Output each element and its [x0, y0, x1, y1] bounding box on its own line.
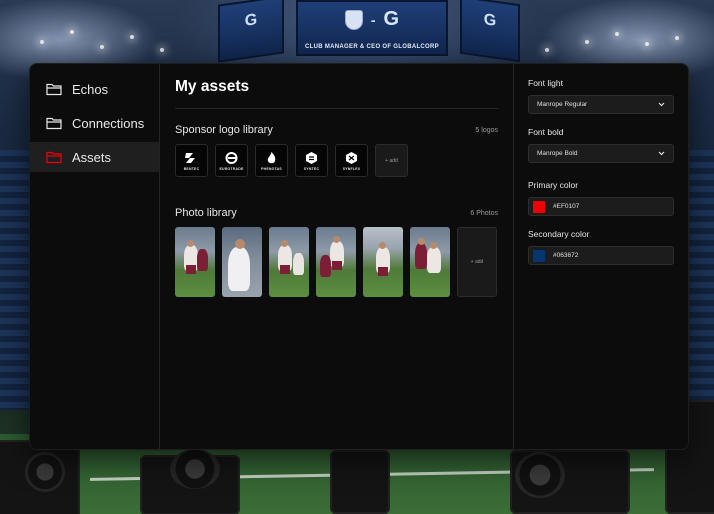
secondary-color-label: Secondary color: [528, 229, 590, 239]
photo-section: Photo library 6 Photos + add: [175, 207, 498, 297]
font-bold-label: Font bold: [528, 127, 564, 137]
jumbotron-main: - G CLUB MANAGER & CEO OF GLOBALCORP: [296, 0, 448, 56]
sponsor-logo-name: BENTEC: [183, 166, 200, 171]
sponsor-logo-tile[interactable]: PHENOTAS: [255, 144, 288, 177]
camera-center-left: [140, 449, 240, 514]
sponsor-logo-count: 5 logos: [475, 126, 498, 134]
font-bold-value: Manrope Bold: [537, 150, 578, 157]
flame-logo-icon: [267, 151, 276, 163]
font-light-select[interactable]: Manrope Regular: [528, 95, 674, 114]
assets-window: Echos Connections Assets My assets Spons…: [29, 63, 689, 450]
sponsor-logo-tile[interactable]: SYNFLEX: [335, 144, 368, 177]
folder-icon: [46, 151, 62, 164]
photo-section-header: Photo library 6 Photos: [175, 207, 498, 219]
sidebar-item-assets[interactable]: Assets: [30, 142, 159, 172]
sponsor-logo-tile[interactable]: SYNTEC: [295, 144, 328, 177]
font-light-value: Manrope Regular: [537, 101, 588, 108]
secondary-color-value: #063672: [553, 252, 579, 259]
photo-thumbnail[interactable]: [175, 227, 215, 297]
photo-list: + add: [175, 227, 498, 297]
sidebar-item-label: Connections: [72, 115, 145, 131]
chevron-down-icon: [658, 102, 665, 107]
eurotrade-logo-icon: [225, 151, 238, 164]
screen-caption: CLUB MANAGER & CEO OF GLOBALCORP: [305, 44, 439, 50]
sponsor-section-header: Sponsor logo library 5 logos: [175, 124, 498, 136]
sponsor-logo-name: SYNFLEX: [342, 166, 361, 171]
brand-settings-panel: Font light Manrope Regular Font bold Man…: [514, 64, 688, 449]
photo-thumbnail[interactable]: [269, 227, 309, 297]
camera-left: [0, 440, 80, 514]
photo-thumbnail[interactable]: [316, 227, 356, 297]
sponsor-logo-name: EUROTRADE: [219, 166, 244, 171]
secondary-color-input[interactable]: #063672: [528, 246, 674, 265]
sidebar-item-label: Echos: [72, 81, 109, 97]
primary-color-swatch[interactable]: [533, 200, 545, 213]
primary-color-value: #EF0107: [553, 203, 580, 210]
folder-icon: [46, 117, 62, 130]
jumbotron-left: G: [218, 0, 284, 63]
assets-main: My assets Sponsor logo library 5 logos B…: [160, 64, 514, 449]
page-title: My assets: [175, 78, 498, 109]
photo-thumbnail[interactable]: [222, 227, 262, 297]
sponsor-logo-list: BENTEC EUROTRADE PHENOTAS SYNTEC SYNFLEX…: [175, 144, 498, 177]
sidebar-item-label: Assets: [72, 149, 112, 165]
screen-g-logo: G: [483, 11, 497, 30]
camera-center: [330, 450, 390, 514]
synflex-logo-icon: [346, 151, 357, 164]
camera-right: [510, 450, 630, 514]
jumbotron-right: G: [460, 0, 520, 63]
sponsor-logo-name: SYNTEC: [303, 166, 320, 171]
sidebar-item-echos[interactable]: Echos: [30, 74, 159, 104]
bentec-logo-icon: [185, 152, 195, 163]
syntec-logo-icon: [306, 151, 317, 164]
primary-color-label: Primary color: [528, 180, 579, 190]
sponsor-section-title: Sponsor logo library: [175, 124, 273, 136]
globalcorp-g-logo: G: [383, 8, 400, 30]
sidebar: Echos Connections Assets: [30, 64, 160, 449]
sponsor-logo-name: PHENOTAS: [261, 166, 282, 171]
screen-g-logo: G: [244, 11, 258, 30]
chevron-down-icon: [658, 151, 665, 156]
sidebar-item-connections[interactable]: Connections: [30, 108, 159, 138]
photo-thumbnail[interactable]: [410, 227, 450, 297]
sponsor-logo-tile[interactable]: BENTEC: [175, 144, 208, 177]
sponsor-logo-tile[interactable]: EUROTRADE: [215, 144, 248, 177]
club-crest-icon: [344, 9, 363, 30]
add-photo-button[interactable]: + add: [457, 227, 497, 297]
font-bold-select[interactable]: Manrope Bold: [528, 144, 674, 163]
secondary-color-swatch[interactable]: [533, 249, 545, 262]
font-light-label: Font light: [528, 78, 563, 88]
folder-icon: [46, 83, 62, 96]
photo-section-title: Photo library: [175, 207, 237, 219]
photo-count: 6 Photos: [470, 209, 498, 217]
add-logo-button[interactable]: + add: [375, 144, 408, 177]
primary-color-input[interactable]: #EF0107: [528, 197, 674, 216]
photo-thumbnail[interactable]: [363, 227, 403, 297]
